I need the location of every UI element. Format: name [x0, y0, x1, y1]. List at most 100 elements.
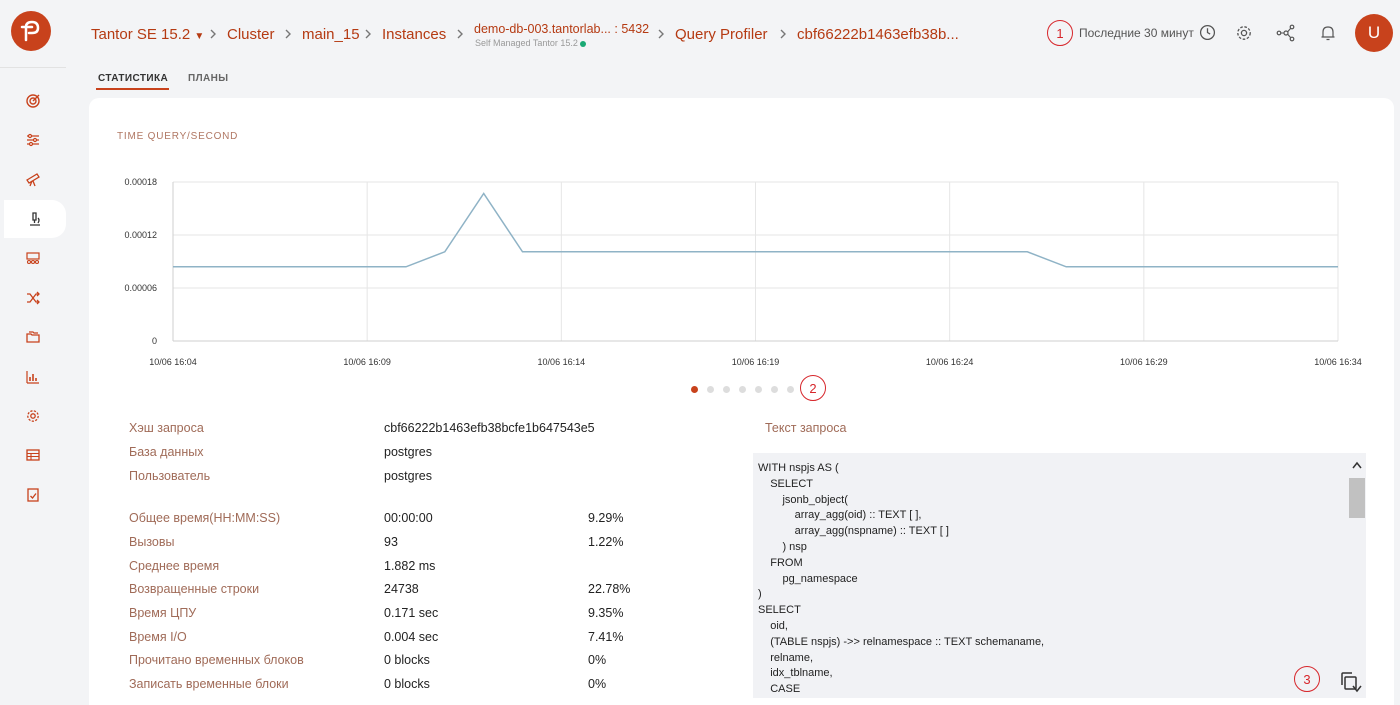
pagination-dot[interactable]	[787, 386, 794, 393]
folders-icon	[26, 331, 40, 343]
stat-label: Вызовы	[129, 535, 175, 549]
breadcrumb-product[interactable]: Tantor SE 15.2 ▼	[91, 26, 204, 43]
network-icon[interactable]	[1276, 23, 1296, 43]
breadcrumb-instances[interactable]: Instances	[382, 26, 446, 43]
stat-label: Время I/O	[129, 630, 187, 644]
chart-y-tick-label: 0.00006	[124, 283, 157, 293]
stat-value: 1.882 ms	[384, 559, 436, 573]
chevron-right-icon	[658, 29, 664, 39]
stat-percent: 1.22%	[588, 535, 624, 549]
tantor-logo-icon	[20, 20, 40, 42]
time-query-chart: 0.00018 0.00012 0.00006 0 10/06 16:04 10/06 1…	[124, 177, 1362, 367]
chart-x-tick-label: 10/06 16:29	[1120, 357, 1168, 367]
chart-x-tick-label: 10/06 16:34	[1314, 357, 1362, 367]
stat-value: postgres	[384, 445, 432, 459]
stat-value: postgres	[384, 469, 432, 483]
annotation-marker-2: 2	[800, 375, 826, 401]
query-text-box[interactable]: WITH nspjs AS ( SELECT jsonb_object( arr…	[753, 453, 1366, 698]
scroll-up-icon[interactable]	[1352, 461, 1362, 469]
sidebar-item-configuration[interactable]	[0, 397, 66, 435]
sidebar-divider	[0, 67, 66, 68]
stat-percent: 9.35%	[588, 606, 624, 620]
active-tab-indicator	[96, 88, 169, 90]
chevron-right-icon	[780, 29, 786, 39]
query-text-scrollbar[interactable]	[1348, 453, 1366, 698]
breadcrumb-cluster[interactable]: Cluster	[227, 26, 275, 43]
stat-value: 0 blocks	[384, 653, 430, 667]
stat-value: 0.004 sec	[384, 630, 439, 644]
stat-percent: 0%	[588, 677, 607, 691]
pagination-dot[interactable]	[739, 386, 746, 393]
breadcrumb-instance[interactable]: demo-db-003.tantorlab... : 5432	[474, 22, 649, 36]
sidebar-item-charts[interactable]	[0, 358, 66, 396]
stat-percent: 9.29%	[588, 511, 624, 525]
bell-icon[interactable]	[1318, 23, 1338, 43]
shuffle-icon	[27, 291, 40, 305]
table-icon	[26, 449, 40, 461]
pagination-dot[interactable]	[771, 386, 778, 393]
chevron-right-icon	[457, 29, 463, 39]
sidebar-item-tasks[interactable]	[0, 476, 66, 514]
bar-chart-icon	[26, 371, 39, 384]
pagination-dot[interactable]	[691, 386, 698, 393]
stat-label: База данных	[129, 445, 204, 459]
chart-y-tick-label: 0.00012	[124, 230, 157, 240]
tab-plans[interactable]: ПЛАНЫ	[188, 73, 228, 84]
stat-label: Записать временные блоки	[129, 677, 289, 691]
sidebar-item-telescope[interactable]	[0, 160, 66, 198]
stat-label: Возвращенные строки	[129, 582, 260, 596]
avatar[interactable]: U	[1355, 14, 1393, 52]
chevron-right-icon	[285, 29, 291, 39]
pagination-dot[interactable]	[707, 386, 714, 393]
sidebar	[0, 0, 66, 705]
chart-y-tick-label: 0	[152, 336, 157, 346]
clock-icon[interactable]	[1199, 24, 1216, 41]
sidebar-item-files[interactable]	[0, 318, 66, 356]
sidebar-item-replication[interactable]	[0, 279, 66, 317]
stat-value: 0.171 sec	[384, 606, 439, 620]
stat-label: Время ЦПУ	[129, 606, 197, 620]
settings-gear-icon[interactable]	[1234, 23, 1254, 43]
stat-value: 24738	[384, 582, 419, 596]
stat-value: 0 blocks	[384, 677, 430, 691]
telescope-icon	[26, 173, 40, 187]
stat-percent: 0%	[588, 653, 607, 667]
status-dot-online	[579, 40, 586, 47]
chart-x-tick-label: 10/06 16:24	[926, 357, 974, 367]
breadcrumb-main15[interactable]: main_15	[302, 26, 360, 43]
stat-percent: 22.78%	[588, 582, 631, 596]
breadcrumb-query-profiler[interactable]: Query Profiler	[675, 26, 768, 43]
stat-value: 00:00:00	[384, 511, 433, 525]
scrollbar-thumb[interactable]	[1349, 478, 1365, 518]
target-icon	[26, 94, 40, 108]
stat-value: 93	[384, 535, 398, 549]
tantor-logo[interactable]	[11, 11, 51, 51]
stat-label: Прочитано временных блоков	[129, 653, 304, 667]
time-range-selector[interactable]: Последние 30 минут	[1079, 26, 1194, 40]
chevron-right-icon	[210, 29, 216, 39]
pagination-dot[interactable]	[723, 386, 730, 393]
chart-x-tick-label: 10/06 16:09	[343, 357, 391, 367]
sidebar-item-tables[interactable]	[0, 436, 66, 474]
pagination-dot[interactable]	[755, 386, 762, 393]
stat-value: cbf66222b1463efb38bcfe1b647543e5	[384, 421, 595, 435]
sidebar-item-query-profiler[interactable]	[4, 200, 66, 238]
sidebar-item-sessions[interactable]	[0, 239, 66, 277]
sidebar-item-settings-sliders[interactable]	[0, 121, 66, 159]
chevron-right-icon	[365, 29, 371, 39]
chart-x-tick-label: 10/06 16:04	[149, 357, 197, 367]
chart-x-tick-label: 10/06 16:14	[538, 357, 586, 367]
microscope-icon	[30, 212, 40, 226]
chart-title: TIME QUERY/SECOND	[117, 131, 239, 142]
copy-icon[interactable]	[1339, 671, 1359, 691]
query-text: WITH nspjs AS ( SELECT jsonb_object( arr…	[758, 462, 1045, 696]
sliders-icon	[27, 133, 39, 147]
annotation-marker-1: 1	[1047, 20, 1073, 46]
query-text-title: Текст запроса	[765, 421, 847, 435]
sidebar-item-dashboard[interactable]	[0, 82, 66, 120]
stat-percent: 7.41%	[588, 630, 624, 644]
tab-statistics[interactable]: СТАТИСТИКА	[98, 73, 168, 84]
checklist-icon	[27, 488, 39, 502]
gear-icon	[27, 410, 39, 422]
stat-label: Пользователь	[129, 469, 211, 483]
